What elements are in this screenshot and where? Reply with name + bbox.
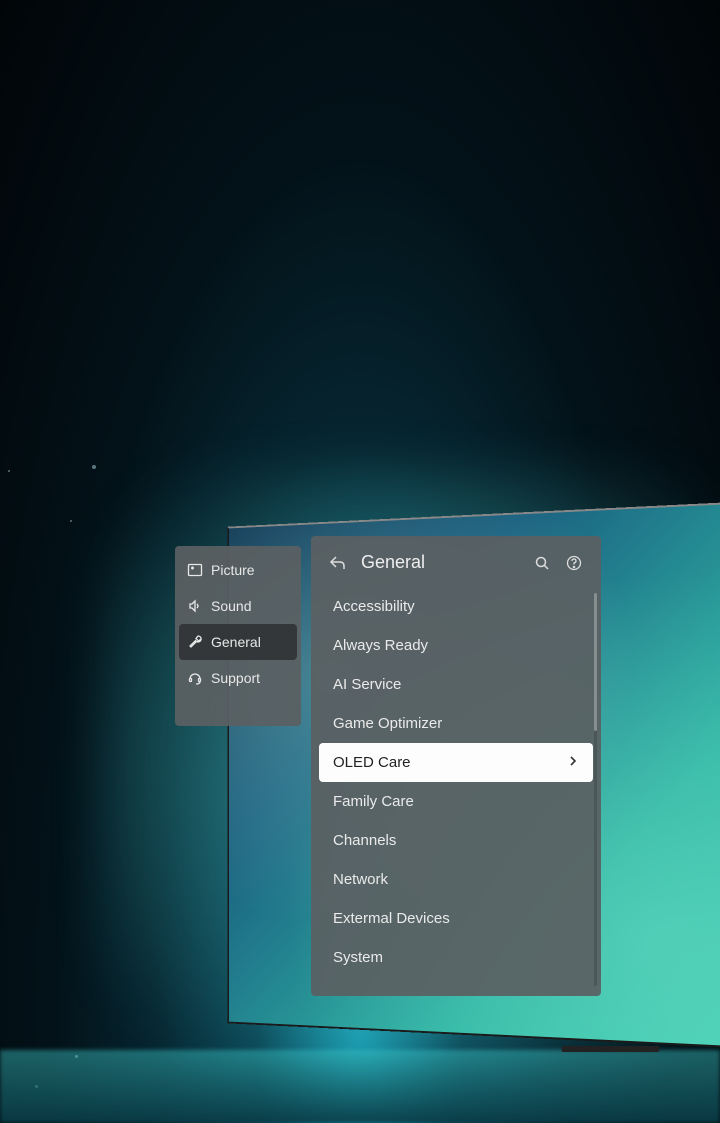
- menu-item-external-devices[interactable]: Extermal Devices: [319, 899, 593, 938]
- menu-item-label: Accessibility: [333, 598, 415, 615]
- menu-item-system[interactable]: System: [319, 938, 593, 977]
- menu-item-label: Channels: [333, 832, 396, 849]
- wrench-icon: [187, 634, 203, 650]
- sidebar-item-support[interactable]: Support: [175, 660, 301, 696]
- chevron-right-icon: [567, 754, 579, 771]
- scrollbar-thumb[interactable]: [594, 593, 597, 731]
- panel-body: Accessibility Always Ready AI Service Ga…: [311, 587, 601, 996]
- floor-reflection: [0, 1050, 720, 1123]
- menu-item-ai-service[interactable]: AI Service: [319, 665, 593, 704]
- menu-item-label: System: [333, 949, 383, 966]
- sidebar-item-sound[interactable]: Sound: [175, 588, 301, 624]
- sidebar-item-label: Support: [211, 670, 260, 686]
- panel-header: General: [311, 536, 601, 587]
- settings-sidebar: Picture Sound General Support: [175, 546, 301, 726]
- tv-stand: [562, 1046, 660, 1052]
- headset-icon: [187, 670, 203, 686]
- general-panel: General Accessibility Always Ready AI Se…: [311, 536, 601, 996]
- menu-item-label: Always Ready: [333, 637, 428, 654]
- menu-item-network[interactable]: Network: [319, 860, 593, 899]
- sidebar-item-general[interactable]: General: [179, 624, 297, 660]
- search-button[interactable]: [533, 554, 551, 572]
- menu-item-channels[interactable]: Channels: [319, 821, 593, 860]
- menu-item-label: Family Care: [333, 793, 414, 810]
- menu-item-label: AI Service: [333, 676, 401, 693]
- menu-item-label: OLED Care: [333, 754, 411, 771]
- menu-item-label: Extermal Devices: [333, 910, 450, 927]
- menu-item-game-optimizer[interactable]: Game Optimizer: [319, 704, 593, 743]
- sidebar-item-picture[interactable]: Picture: [175, 552, 301, 588]
- menu-item-label: Network: [333, 871, 388, 888]
- help-button[interactable]: [565, 554, 583, 572]
- menu-item-accessibility[interactable]: Accessibility: [319, 587, 593, 626]
- picture-icon: [187, 562, 203, 578]
- back-button[interactable]: [329, 554, 347, 572]
- particle: [92, 465, 96, 469]
- sidebar-item-label: General: [211, 634, 261, 650]
- menu-item-label: Game Optimizer: [333, 715, 442, 732]
- sidebar-item-label: Sound: [211, 598, 251, 614]
- menu-item-family-care[interactable]: Family Care: [319, 782, 593, 821]
- sidebar-item-label: Picture: [211, 562, 255, 578]
- panel-title: General: [361, 552, 519, 573]
- particle: [8, 470, 10, 472]
- scrollbar[interactable]: [594, 593, 597, 986]
- sound-icon: [187, 598, 203, 614]
- menu-item-always-ready[interactable]: Always Ready: [319, 626, 593, 665]
- particle: [70, 520, 72, 522]
- menu-item-oled-care[interactable]: OLED Care: [319, 743, 593, 782]
